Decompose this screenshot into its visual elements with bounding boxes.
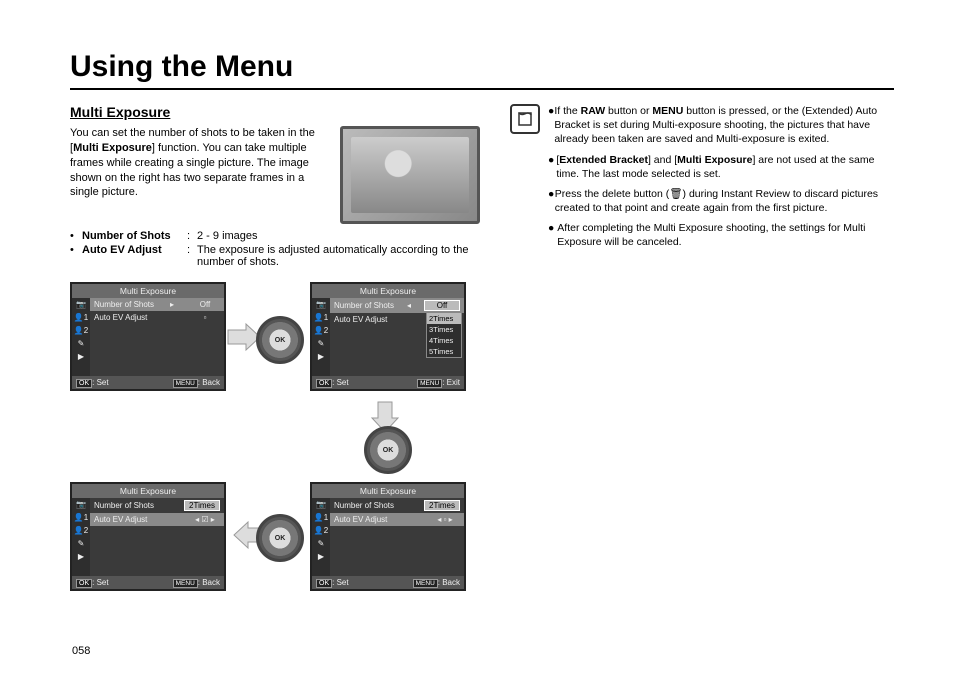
- nav-dial-icon: OK: [364, 426, 412, 474]
- intro-text: You can set the number of shots to be ta…: [70, 126, 330, 224]
- nav-dial-icon: OK: [256, 514, 304, 562]
- menu-screen-3: Multi Exposure 📷👤1👤2✎▶ Number of Shots2T…: [310, 482, 466, 591]
- menu-screen-4: Multi Exposure 📷👤1👤2✎▶ Number of Shots2T…: [70, 482, 226, 591]
- menu-screen-2: Multi Exposure 📷👤1👤2✎▶ Number of Shots◂O…: [310, 282, 466, 391]
- menu-diagram: Multi Exposure 📷 👤1 👤2 ✎ ▶ Number of Sho…: [70, 282, 480, 622]
- page-number: 058: [72, 645, 90, 657]
- sample-photo: [340, 126, 480, 224]
- notes-block: ●If the RAW button or MENU button is pre…: [510, 104, 894, 256]
- section-heading: Multi Exposure: [70, 104, 480, 120]
- page-title: Using the Menu: [70, 50, 894, 90]
- options-dropdown: 2Times 3Times 4Times 5Times: [426, 312, 462, 358]
- menu-screen-1: Multi Exposure 📷 👤1 👤2 ✎ ▶ Number of Sho…: [70, 282, 226, 391]
- nav-dial-icon: OK: [256, 316, 304, 364]
- camera-icon: 📷: [76, 301, 86, 309]
- note-icon: [510, 104, 540, 134]
- definition-list: • Number of Shots : 2 - 9 images • Auto …: [70, 230, 480, 268]
